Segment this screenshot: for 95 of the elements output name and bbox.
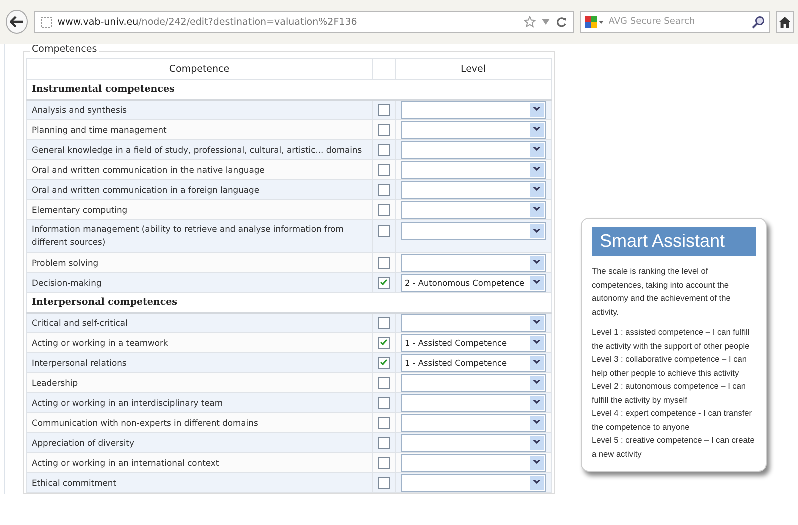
chevron-down-icon bbox=[533, 228, 541, 234]
chevron-down-icon bbox=[533, 440, 541, 445]
assistant-intro: The scale is ranking the level of competences, taking into account the autonomy and the achievement of the activity. bbox=[592, 265, 732, 319]
checkbox[interactable] bbox=[378, 124, 390, 136]
level-dropdown[interactable] bbox=[401, 454, 546, 472]
column-header: Level bbox=[396, 58, 552, 80]
level-dropdown[interactable]: 1 - Assisted Competence bbox=[401, 354, 546, 372]
level-dropdown[interactable] bbox=[401, 254, 546, 272]
fieldset-legend: Competences bbox=[30, 44, 100, 55]
checkbox[interactable] bbox=[378, 316, 390, 329]
chevron-down-icon bbox=[533, 167, 541, 172]
level-description: Level 5 : creative competence – I can create a new activity bbox=[592, 434, 756, 461]
checkbox[interactable] bbox=[378, 184, 390, 196]
competence-cell: Analysis and synthesis bbox=[26, 100, 372, 120]
level-dropdown[interactable] bbox=[401, 180, 546, 198]
chevron-down-icon bbox=[533, 320, 541, 326]
checkbox[interactable] bbox=[378, 476, 390, 488]
competence-cell: Problem solving bbox=[26, 252, 372, 272]
checkbox[interactable] bbox=[378, 144, 390, 156]
chevron-down-icon bbox=[533, 147, 541, 152]
address-bar[interactable]: www.vab-univ.eu/node/242/edit?destination=valuation%2F136 bbox=[34, 11, 574, 33]
chevron-down-icon bbox=[533, 360, 541, 365]
home-button[interactable] bbox=[776, 11, 794, 33]
competence-cell: Leadership bbox=[26, 372, 372, 392]
checkbox[interactable] bbox=[378, 436, 390, 448]
competence-cell: Decision-making bbox=[26, 272, 372, 292]
dropdown-icon[interactable] bbox=[542, 19, 550, 25]
page-icon bbox=[40, 16, 52, 28]
column-header: Competence bbox=[26, 58, 372, 80]
checkbox[interactable] bbox=[378, 276, 390, 288]
chevron-down-icon bbox=[533, 420, 541, 425]
level-dropdown[interactable] bbox=[401, 100, 546, 119]
competence-cell: Acting or working in an interdisciplinary team bbox=[26, 392, 372, 412]
chevron-down-icon bbox=[533, 460, 541, 465]
url-text: www.vab-univ.eu/node/242/edit?destination=valuation%2F136 bbox=[58, 16, 358, 28]
level-dropdown[interactable]: 2 - Autonomous Competence bbox=[401, 274, 546, 292]
checkbox[interactable] bbox=[378, 416, 390, 428]
level-dropdown[interactable] bbox=[401, 374, 546, 392]
assistant-title: Smart Assistant bbox=[592, 227, 756, 256]
chevron-down-icon bbox=[533, 207, 541, 212]
competence-cell: Information management (ability to retrieve and analyse information from different sources) bbox=[26, 220, 372, 252]
chevron-down-icon bbox=[533, 260, 541, 265]
level-dropdown[interactable] bbox=[401, 140, 546, 158]
checkbox[interactable] bbox=[378, 256, 390, 268]
level-description: Level 4 : expert competence - I can transfer the competence to anyone bbox=[592, 407, 754, 434]
star-icon[interactable] bbox=[524, 16, 536, 28]
competence-cell: General knowledge in a field of study, professional, cultural, artistic... domains bbox=[26, 140, 372, 160]
level-dropdown[interactable] bbox=[401, 394, 546, 412]
level-dropdown[interactable] bbox=[401, 222, 546, 240]
checkbox[interactable] bbox=[378, 376, 390, 388]
chevron-down-icon bbox=[533, 340, 541, 345]
chevron-down-icon bbox=[533, 400, 541, 405]
competence-cell: Acting or working in an international context bbox=[26, 452, 372, 472]
chevron-down-icon bbox=[533, 187, 541, 192]
competence-cell: Appreciation of diversity bbox=[26, 432, 372, 452]
checkbox[interactable] bbox=[378, 225, 390, 237]
chevron-down-icon bbox=[533, 280, 541, 285]
level-description: Level 3 : collaborative competence – I can help other people to achieve this activity bbox=[592, 353, 748, 380]
level-dropdown[interactable] bbox=[401, 120, 546, 138]
competence-cell: Planning and time management bbox=[26, 120, 372, 140]
checkbox[interactable] bbox=[378, 456, 390, 468]
level-dropdown[interactable] bbox=[401, 414, 546, 432]
checkbox[interactable] bbox=[378, 104, 390, 116]
competence-cell: Communication with non-experts in different domains bbox=[26, 412, 372, 432]
level-dropdown[interactable]: 1 - Assisted Competence bbox=[401, 334, 546, 352]
search-icon[interactable] bbox=[752, 16, 765, 28]
competence-cell: Acting or working in a teamwork bbox=[26, 332, 372, 352]
back-button[interactable] bbox=[6, 10, 28, 34]
chevron-down-icon bbox=[533, 380, 541, 385]
level-description: Level 2 : autonomous competence – I can fulfill the activity by myself bbox=[592, 380, 748, 407]
level-dropdown[interactable] bbox=[401, 314, 546, 332]
level-description: Level 1 : assisted competence – I can fulfill the activity with the support of other people bbox=[592, 326, 751, 353]
back-arrow-icon bbox=[10, 16, 24, 28]
avg-logo-icon bbox=[584, 16, 605, 28]
competence-cell: Elementary computing bbox=[26, 200, 372, 220]
checkbox[interactable] bbox=[378, 396, 390, 408]
home-icon bbox=[778, 16, 791, 28]
competence-cell: Oral and written communication in the native language bbox=[26, 160, 372, 180]
chevron-down-icon bbox=[533, 127, 541, 132]
chevron-down-icon bbox=[533, 480, 541, 485]
level-dropdown[interactable] bbox=[401, 200, 546, 218]
checkbox[interactable] bbox=[378, 336, 390, 348]
competence-cell: Ethical commitment bbox=[26, 472, 372, 492]
level-dropdown[interactable] bbox=[401, 474, 546, 492]
chevron-down-icon bbox=[533, 107, 541, 112]
checkbox[interactable] bbox=[378, 356, 390, 368]
competence-cell: Critical and self-critical bbox=[26, 312, 372, 332]
reload-icon[interactable] bbox=[556, 16, 567, 28]
checkbox[interactable] bbox=[378, 164, 390, 176]
competence-cell: Oral and written communication in a foreign language bbox=[26, 180, 372, 200]
competence-cell: Interpersonal relations bbox=[26, 352, 372, 372]
search-field[interactable]: AVG Secure Search bbox=[580, 11, 770, 33]
level-dropdown[interactable] bbox=[401, 434, 546, 452]
level-dropdown[interactable] bbox=[401, 160, 546, 178]
checkbox[interactable] bbox=[378, 204, 390, 216]
